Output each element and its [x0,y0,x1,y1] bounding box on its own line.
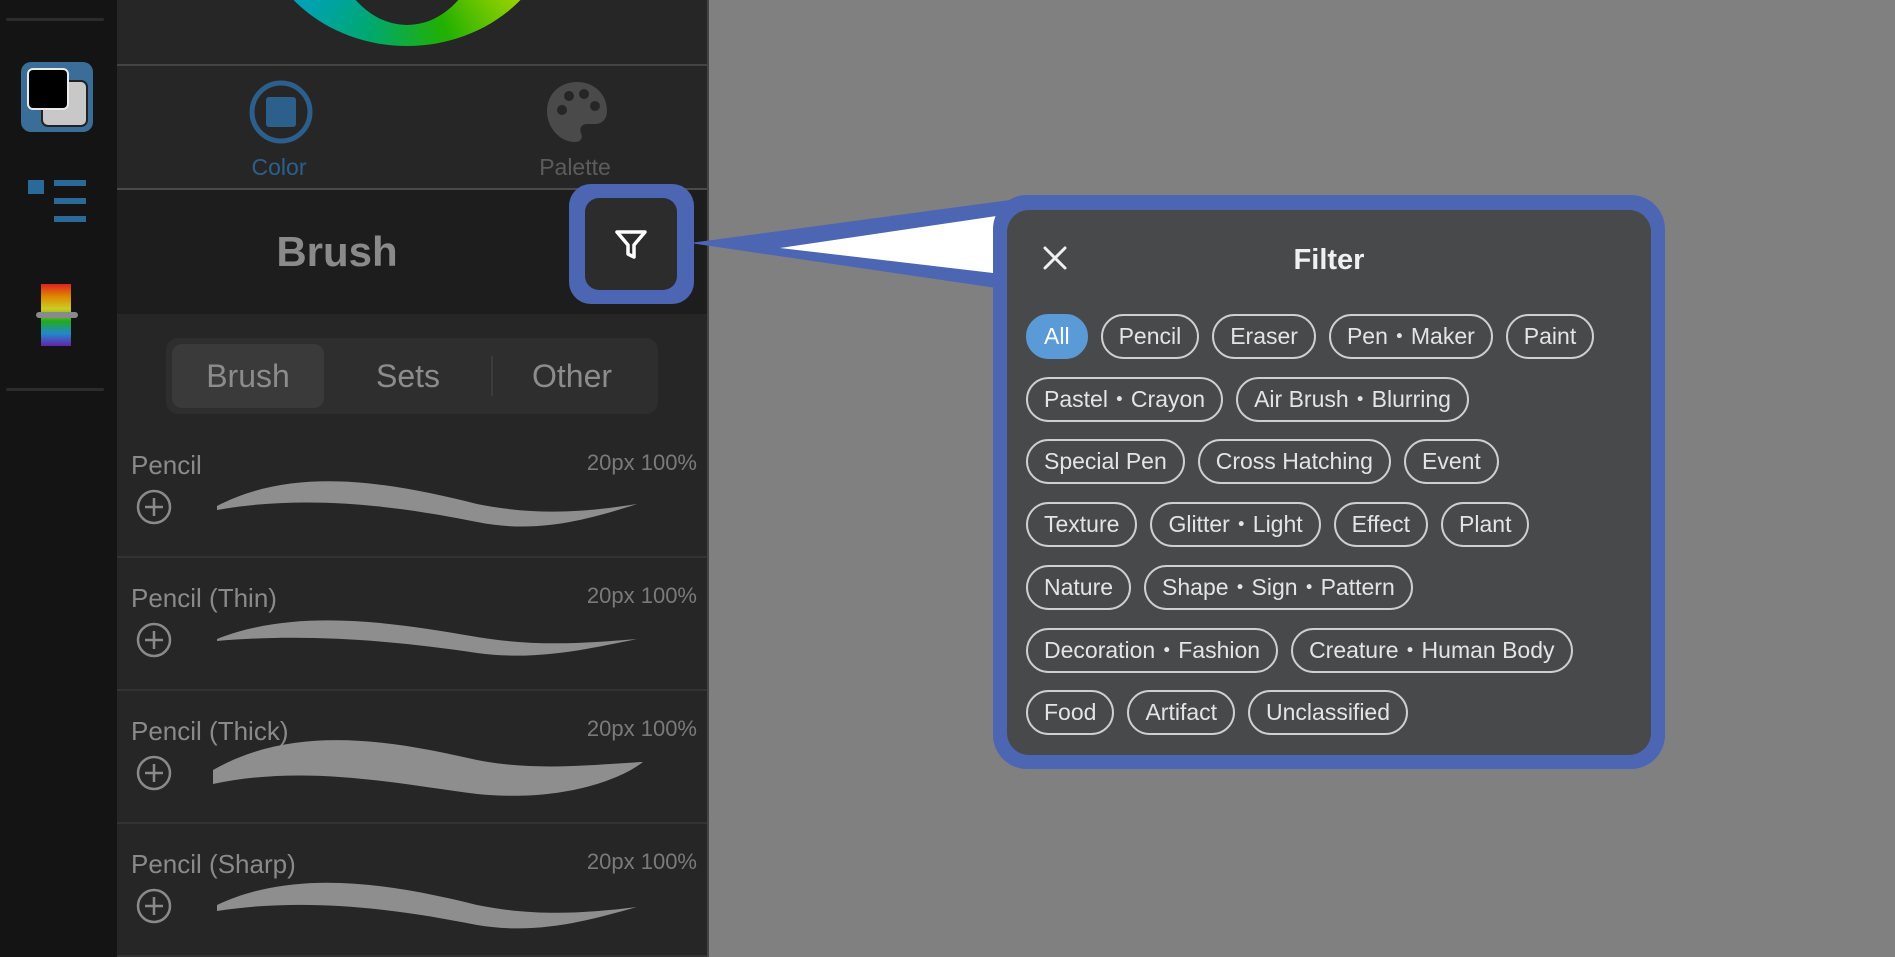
popup-title: Filter [1293,244,1365,276]
filter-chip[interactable]: Special Pen [1026,439,1185,485]
filter-chip-row: All Pencil Eraser Pen・Maker Paint [1026,314,1607,360]
filter-chip[interactable]: Eraser [1212,314,1316,359]
filter-chip[interactable]: Pastel・Crayon [1026,376,1224,422]
filter-chip-row: Pastel・Crayon Air Brush・Blurring [1026,376,1482,423]
filter-chip[interactable]: Decoration・Fashion [1026,627,1279,673]
filter-chip-row: Decoration・Fashion Creature・Human Body [1026,627,1586,674]
filter-chip-row: Special Pen Cross Hatching Event [1026,439,1512,485]
filter-chip[interactable]: Pen・Maker [1328,314,1493,359]
filter-chip[interactable]: Food [1026,690,1115,736]
filter-chip[interactable]: Shape・Sign・Pattern [1144,564,1413,610]
filter-chip-row: Texture Glitter・Light Effect Plant [1026,502,1542,548]
filter-chip[interactable]: Paint [1505,314,1595,359]
filter-chip-row: Food Artifact Unclassified [1026,690,1421,736]
filter-chip[interactable]: Nature [1026,564,1132,610]
filter-chip[interactable]: Texture [1026,502,1138,548]
filter-chip[interactable]: Event [1403,439,1499,485]
filter-chip-row: Nature Shape・Sign・Pattern [1026,564,1426,611]
filter-chip[interactable]: Cross Hatching [1197,439,1391,485]
filter-chip[interactable]: Unclassified [1248,690,1409,736]
filter-chip[interactable]: Creature・Human Body [1291,627,1573,673]
filter-popup: Filter All Pencil Eraser Pen・Maker Paint Past… [1007,210,1651,755]
filter-chip[interactable]: Effect [1333,502,1429,548]
filter-chip[interactable]: Air Brush・Blurring [1236,376,1469,422]
filter-chip[interactable]: Artifact [1127,690,1236,736]
filter-chip[interactable]: Pencil [1100,314,1200,359]
filter-chip[interactable]: All [1026,314,1088,359]
filter-chip[interactable]: Glitter・Light [1150,502,1321,548]
filter-chip[interactable]: Plant [1441,502,1530,548]
